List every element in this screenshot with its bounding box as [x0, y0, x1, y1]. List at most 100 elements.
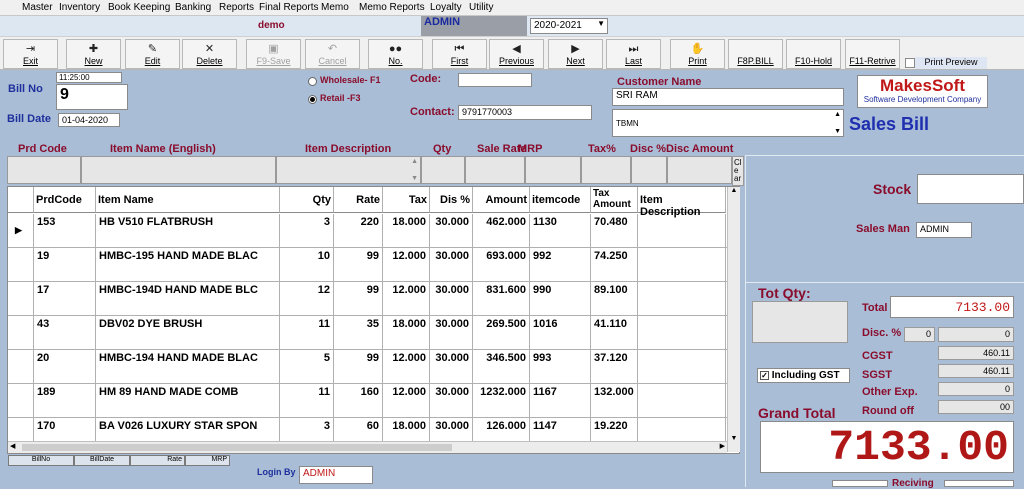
grid-cell[interactable]: 269.500 [473, 316, 530, 350]
grid-cell[interactable]: 153 [34, 214, 96, 248]
scroll-up-icon[interactable]: ▲ [834, 111, 841, 118]
grid-vertical-scrollbar[interactable]: ▲ ▼ [727, 187, 740, 452]
grid-cell[interactable]: 220 [334, 214, 383, 248]
grid-cell[interactable]: 5 [280, 350, 334, 384]
table-row[interactable]: 43 DBV02 DYE BRUSH 11 35 18.000 30.000 269.500… [8, 316, 728, 350]
grid-column-header[interactable]: Item Description [638, 187, 726, 218]
menu-item[interactable]: Banking [175, 2, 211, 13]
scroll-down-icon[interactable]: ▼ [834, 128, 841, 135]
toolbar-button-next[interactable]: ▶ Next [548, 39, 603, 69]
grid-cell[interactable]: 70.480 [591, 214, 638, 248]
grid-cell[interactable]: 41.110 [591, 316, 638, 350]
toolbar-button-no-[interactable]: ●● No. [368, 39, 423, 69]
toolbar-button-previous[interactable]: ◀ Previous [489, 39, 544, 69]
grid-cell[interactable]: 30.000 [430, 316, 473, 350]
disc-amount-field[interactable]: 0 [938, 327, 1014, 342]
grid-cell[interactable]: 462.000 [473, 214, 530, 248]
grid-cell[interactable]: 160 [334, 384, 383, 418]
menu-item[interactable]: Utility [469, 2, 493, 13]
row-selector[interactable] [8, 350, 34, 384]
contact-field[interactable]: 9791770003 [458, 105, 592, 120]
grid-cell[interactable]: 43 [34, 316, 96, 350]
grid-cell[interactable]: 30.000 [430, 248, 473, 282]
receiving-left-field[interactable] [832, 480, 888, 487]
grid-cell[interactable] [638, 350, 726, 384]
item-name-input[interactable] [81, 156, 276, 184]
grid-cell[interactable]: HMBC-195 HAND MADE BLAC [96, 248, 280, 282]
table-row[interactable]: 189 HM 89 HAND MADE COMB 11 160 12.000 30.000… [8, 384, 728, 418]
row-selector[interactable] [8, 316, 34, 350]
table-row[interactable]: ▶ 153 HB V510 FLATBRUSH 3 220 18.000 30.000 462… [8, 214, 728, 248]
item-description-input[interactable]: ▲ ▼ [276, 156, 421, 184]
grid-cell[interactable]: DBV02 DYE BRUSH [96, 316, 280, 350]
toolbar-button-last[interactable]: ⏭ Last [606, 39, 661, 69]
grid-cell[interactable]: 30.000 [430, 282, 473, 316]
grid-cell[interactable]: 990 [530, 282, 591, 316]
table-row[interactable]: 17 HMBC-194D HAND MADE BLC 12 99 12.000 30.00… [8, 282, 728, 316]
toolbar-button-print[interactable]: ✋ Print [670, 39, 725, 69]
grid-cell[interactable] [638, 384, 726, 418]
scroll-down-icon[interactable]: ▼ [728, 435, 740, 442]
sale-rate-input[interactable] [465, 156, 525, 184]
grid-cell[interactable]: 189 [34, 384, 96, 418]
grid-cell[interactable]: 30.000 [430, 350, 473, 384]
menu-item[interactable]: Memo Reports [359, 2, 425, 13]
menu-item[interactable]: Book Keeping [108, 2, 170, 13]
menu-item[interactable]: Loyalty [430, 2, 462, 13]
grid-cell[interactable]: 30.000 [430, 384, 473, 418]
grid-cell[interactable]: HMBC-194 HAND MADE BLAC [96, 350, 280, 384]
prd-code-input[interactable] [7, 156, 81, 184]
scroll-up-icon[interactable]: ▲ [728, 187, 740, 194]
toolbar-button-cancel[interactable]: ↶ Cancel [305, 39, 360, 69]
grid-cell[interactable]: 1016 [530, 316, 591, 350]
table-row[interactable]: 20 HMBC-194 HAND MADE BLAC 5 99 12.000 30.000… [8, 350, 728, 384]
grid-cell[interactable] [638, 248, 726, 282]
grid-cell[interactable]: 693.000 [473, 248, 530, 282]
grid-cell[interactable]: 17 [34, 282, 96, 316]
disc-amount-input[interactable] [667, 156, 732, 184]
grid-cell[interactable]: 12.000 [383, 282, 430, 316]
toolbar-button-f8p-bill[interactable]: F8P.BILL [728, 39, 783, 69]
grid-cell[interactable]: 12.000 [383, 384, 430, 418]
grid-cell[interactable]: 11 [280, 316, 334, 350]
toolbar-button-first[interactable]: ⏮ First [432, 39, 487, 69]
grid-cell[interactable]: 1232.000 [473, 384, 530, 418]
toolbar-button-new[interactable]: ✚ New [66, 39, 121, 69]
tax-input[interactable] [581, 156, 631, 184]
grid-cell[interactable]: 11 [280, 384, 334, 418]
menu-item[interactable]: Memo [321, 2, 349, 13]
qty-input[interactable] [421, 156, 465, 184]
disc-pct-field[interactable]: 0 [904, 327, 935, 342]
grid-cell[interactable]: 1167 [530, 384, 591, 418]
scroll-down-icon[interactable]: ▼ [411, 175, 418, 182]
grid-cell[interactable]: 1130 [530, 214, 591, 248]
customer-name-field[interactable]: SRI RAM [612, 88, 844, 106]
toolbar-button-f10-hold[interactable]: F10-Hold [786, 39, 841, 69]
scroll-up-icon[interactable]: ▲ [411, 158, 418, 165]
grid-cell[interactable] [638, 214, 726, 248]
grid-cell[interactable]: 831.600 [473, 282, 530, 316]
grid-column-header[interactable]: Qty [280, 187, 334, 213]
row-selector[interactable]: ▶ [8, 214, 34, 248]
salesman-field[interactable]: ADMIN [916, 222, 972, 238]
clear-button[interactable]: Clear [732, 156, 744, 186]
menu-item[interactable]: Master [22, 2, 53, 13]
grid-cell[interactable]: HB V510 FLATBRUSH [96, 214, 280, 248]
code-field[interactable] [458, 73, 532, 87]
table-row[interactable]: 19 HMBC-195 HAND MADE BLAC 10 99 12.000 30.00… [8, 248, 728, 282]
customer-address-field[interactable]: TBMN ▲ ▼ [612, 109, 844, 137]
grid-cell[interactable] [638, 316, 726, 350]
grid-cell[interactable]: HM 89 HAND MADE COMB [96, 384, 280, 418]
row-selector[interactable] [8, 248, 34, 282]
including-gst-checkbox[interactable]: ✓ Including GST [757, 368, 850, 383]
grid-column-header[interactable]: Amount [473, 187, 530, 213]
row-selector[interactable] [8, 282, 34, 316]
grid-cell[interactable]: 35 [334, 316, 383, 350]
grid-cell[interactable]: 74.250 [591, 248, 638, 282]
grid-horizontal-scrollbar[interactable]: ◀ ▶ [8, 441, 727, 453]
toolbar-button-exit[interactable]: ⇥ Exit [3, 39, 58, 69]
financial-year-select[interactable]: 2020-2021 ▼ [530, 18, 608, 34]
grid-cell[interactable]: 99 [334, 350, 383, 384]
disc-pct-input[interactable] [631, 156, 667, 184]
menu-item[interactable]: Reports [219, 2, 254, 13]
